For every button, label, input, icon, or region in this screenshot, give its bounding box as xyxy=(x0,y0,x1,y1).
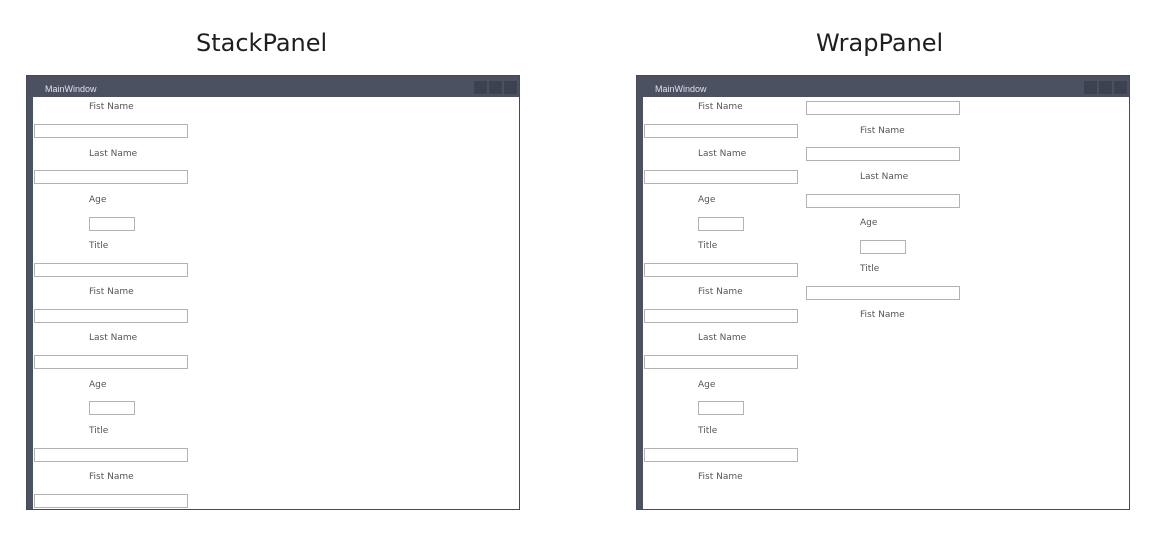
age-input[interactable] xyxy=(698,217,744,231)
title-label: Title xyxy=(698,426,718,436)
first-name-input[interactable] xyxy=(806,286,960,300)
last-name-input[interactable] xyxy=(644,355,798,369)
age-label: Age xyxy=(860,218,878,228)
age-input[interactable] xyxy=(89,401,135,415)
first-name-input[interactable] xyxy=(34,494,188,508)
window-title: MainWindow xyxy=(655,84,707,94)
age-label: Age xyxy=(89,195,107,205)
first-name-input[interactable] xyxy=(644,124,798,138)
first-name-input[interactable] xyxy=(34,124,188,138)
close-button[interactable] xyxy=(504,81,517,94)
title-label: Title xyxy=(698,241,718,251)
wrappanel-client: Fist Name Last Name Age Title Fist Name … xyxy=(643,97,1129,509)
first-name-input[interactable] xyxy=(34,309,188,323)
first-name-label: Fist Name xyxy=(89,287,134,297)
first-name-label: Fist Name xyxy=(89,472,134,482)
title-input[interactable] xyxy=(34,448,188,462)
age-input[interactable] xyxy=(89,217,135,231)
title-label: Title xyxy=(89,241,109,251)
maximize-button[interactable] xyxy=(489,81,502,94)
close-button[interactable] xyxy=(1114,81,1127,94)
window-title: MainWindow xyxy=(45,84,97,94)
last-name-label: Last Name xyxy=(89,149,138,159)
last-name-input[interactable] xyxy=(806,147,960,161)
last-name-label: Last Name xyxy=(698,333,747,343)
last-name-input[interactable] xyxy=(34,170,188,184)
first-name-label: Fist Name xyxy=(89,102,134,112)
first-name-label: Fist Name xyxy=(698,287,743,297)
first-name-label: Fist Name xyxy=(860,310,905,320)
last-name-label: Last Name xyxy=(860,172,909,182)
first-name-label: Fist Name xyxy=(860,126,905,136)
title-input[interactable] xyxy=(806,194,960,208)
wrappanel-window: MainWindow Fist Name Last Name Age Title… xyxy=(636,75,1130,510)
stackpanel-client: Fist Name Last Name Age Title Fist Name … xyxy=(33,97,519,509)
first-name-label: Fist Name xyxy=(698,102,743,112)
age-label: Age xyxy=(698,195,716,205)
last-name-label: Last Name xyxy=(89,333,138,343)
title-input[interactable] xyxy=(644,448,798,462)
minimize-button[interactable] xyxy=(1084,81,1097,94)
title-label: Title xyxy=(860,264,880,274)
first-name-input[interactable] xyxy=(806,101,960,115)
maximize-button[interactable] xyxy=(1099,81,1112,94)
wrappanel-heading: WrapPanel xyxy=(816,29,944,57)
window-titlebar[interactable]: MainWindow xyxy=(27,76,519,97)
last-name-input[interactable] xyxy=(644,170,798,184)
age-input[interactable] xyxy=(698,401,744,415)
age-input[interactable] xyxy=(860,240,906,254)
title-input[interactable] xyxy=(644,263,798,277)
minimize-button[interactable] xyxy=(474,81,487,94)
stackpanel-heading: StackPanel xyxy=(196,29,328,57)
age-label: Age xyxy=(698,380,716,390)
last-name-label: Last Name xyxy=(698,149,747,159)
title-input[interactable] xyxy=(34,263,188,277)
last-name-input[interactable] xyxy=(34,355,188,369)
stackpanel-window: MainWindow Fist Name Last Name Age Title… xyxy=(26,75,520,510)
first-name-label: Fist Name xyxy=(698,472,743,482)
first-name-input[interactable] xyxy=(644,309,798,323)
window-titlebar[interactable]: MainWindow xyxy=(637,76,1129,97)
title-label: Title xyxy=(89,426,109,436)
age-label: Age xyxy=(89,380,107,390)
